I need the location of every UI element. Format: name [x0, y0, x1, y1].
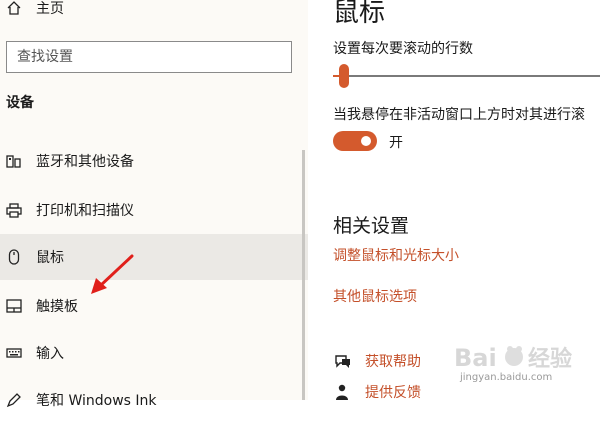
hover-scroll-toggle[interactable]: [333, 131, 377, 151]
feedback-icon: [333, 382, 353, 402]
sidebar-item-bluetooth[interactable]: 蓝牙和其他设备: [0, 138, 308, 184]
slider-track: [333, 75, 600, 77]
sidebar-item-mouse[interactable]: 鼠标: [0, 234, 308, 280]
get-help-link[interactable]: 获取帮助: [333, 351, 421, 371]
sidebar-scrollbar[interactable]: [302, 150, 305, 400]
sidebar-item-label: 输入: [36, 346, 64, 362]
sidebar-item-pen[interactable]: 笔和 Windows Ink: [0, 377, 308, 423]
printer-icon: [6, 202, 22, 218]
sidebar-item-label: 鼠标: [36, 250, 64, 266]
svg-text:经验: 经验: [528, 346, 572, 372]
sidebar-item-label: 蓝牙和其他设备: [36, 154, 134, 170]
hover-scroll-label: 当我悬停在非活动窗口上方时对其进行滚: [333, 107, 585, 123]
pen-icon: [6, 392, 22, 408]
give-feedback-link[interactable]: 提供反馈: [333, 382, 421, 402]
get-help-label: 获取帮助: [365, 354, 421, 370]
related-settings-title: 相关设置: [333, 215, 410, 237]
sidebar-item-typing[interactable]: 输入: [0, 330, 308, 376]
baidu-watermark-logo-icon: Bai 经验: [454, 344, 572, 372]
keyboard-icon: [6, 345, 22, 361]
give-feedback-label: 提供反馈: [365, 385, 421, 401]
touchpad-icon: [6, 298, 22, 314]
mouse-icon: [6, 249, 22, 265]
devices-icon: [6, 153, 22, 169]
svg-text:Bai: Bai: [454, 344, 497, 372]
toggle-state-label: 开: [389, 135, 403, 151]
slider-thumb[interactable]: [339, 64, 349, 88]
search-input[interactable]: [15, 48, 291, 66]
annotation-arrow-icon: [91, 254, 134, 294]
toggle-knob: [361, 136, 371, 146]
sidebar-item-label: 打印机和扫描仪: [36, 203, 134, 219]
section-label: 设备: [6, 95, 34, 111]
search-box[interactable]: [6, 41, 292, 73]
scroll-lines-slider[interactable]: [333, 64, 600, 88]
additional-mouse-options-link[interactable]: 其他鼠标选项: [333, 286, 417, 306]
sidebar-item-printers[interactable]: 打印机和扫描仪: [0, 187, 308, 233]
adjust-cursor-size-link[interactable]: 调整鼠标和光标大小: [333, 245, 459, 265]
sidebar-item-label: 主页: [36, 1, 64, 17]
watermark-url: jingyan.baidu.com: [460, 372, 553, 383]
sidebar-item-label: 触摸板: [36, 299, 78, 315]
page-title: 鼠标: [333, 0, 386, 28]
home-icon: [6, 0, 22, 16]
scroll-lines-label: 设置每次要滚动的行数: [333, 41, 473, 57]
sidebar-item-label: 笔和 Windows Ink: [36, 393, 157, 409]
sidebar: 主页 设备 蓝牙和其他设备 打印机和扫描仪 鼠标 触摸板 输入: [0, 0, 308, 409]
sidebar-item-home[interactable]: 主页: [0, 0, 308, 28]
sidebar-item-touchpad[interactable]: 触摸板: [0, 283, 308, 329]
help-chat-icon: [333, 351, 353, 371]
